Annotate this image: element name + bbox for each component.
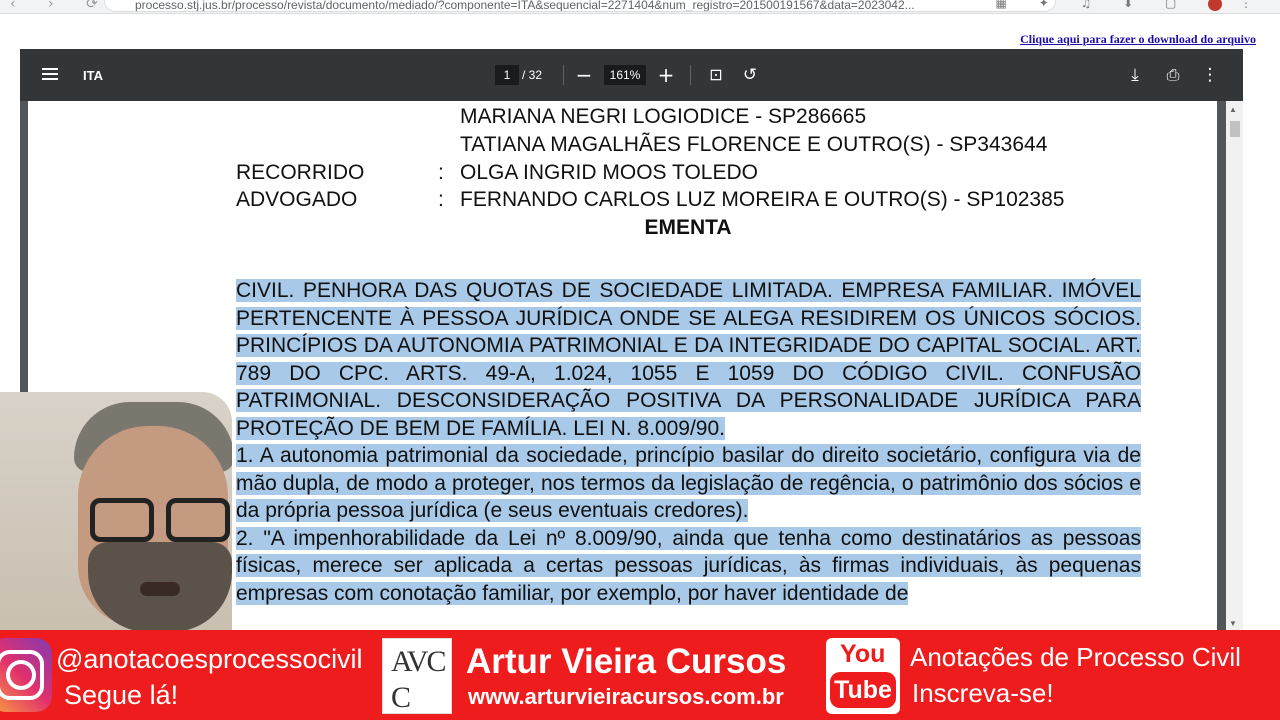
glasses-lens <box>166 498 230 542</box>
youtube-logo-you: You <box>840 640 886 668</box>
zoom-in-icon[interactable]: + <box>654 63 678 87</box>
scroll-up-icon[interactable]: ▲ <box>1229 105 1237 114</box>
ementa-item: 2. "A impenhorabilidade da Lei nº 8.009/… <box>236 525 1141 608</box>
download-icon[interactable]: ⤓ <box>1123 63 1147 87</box>
brand-name: Artur Vieira Cursos <box>466 642 787 681</box>
youtube-cta: Inscreva-se! <box>912 678 1054 708</box>
ementa-item-text: 2. "A impenhorabilidade da Lei nº 8.009/… <box>236 526 1141 605</box>
logo-letters: C <box>391 681 412 714</box>
lawyer-line: MARIANA NEGRI LOGIODICE - SP286665 <box>460 105 867 128</box>
promo-banner: @anotacoesprocessocivil Segue lá! AVC C … <box>0 630 1280 720</box>
profile-avatar[interactable] <box>1208 0 1223 11</box>
advogado-value: FERNANDO CARLOS LUZ MOREIRA E OUTRO(S) -… <box>460 188 1065 211</box>
toolbar-divider <box>563 65 564 85</box>
zoom-out-icon[interactable]: − <box>572 63 596 87</box>
toolbar-divider <box>690 65 691 85</box>
pdf-scrollbar[interactable]: ▲ ▼ <box>1226 101 1243 630</box>
ementa-heading: EMENTA <box>644 216 732 239</box>
webcam-overlay <box>0 392 232 632</box>
menu-icon[interactable] <box>42 65 60 85</box>
recorrido-label: RECORRIDO <box>236 161 365 184</box>
browser-extensions[interactable]: ▦ ✦ ♫ ⬇ ▢ ⋮ <box>996 0 1266 11</box>
ementa-summary-text: CIVIL. PENHORA DAS QUOTAS DE SOCIEDADE L… <box>236 279 1141 440</box>
instagram-icon <box>0 638 52 712</box>
youtube-icon: You Tube <box>826 638 900 714</box>
print-icon[interactable]: ⎙ <box>1161 63 1185 87</box>
ementa-body: CIVIL. PENHORA DAS QUOTAS DE SOCIEDADE L… <box>236 277 1141 607</box>
more-options-icon[interactable]: ⋮ <box>1198 63 1222 87</box>
lawyer-line: TATIANA MAGALHÃES FLORENCE E OUTRO(S) - … <box>460 133 1048 156</box>
document-title: ITA <box>83 68 103 83</box>
logo-letters: AVC <box>391 645 447 678</box>
browser-nav-buttons[interactable]: ‹ › ⟳ <box>10 0 112 12</box>
scroll-thumb[interactable] <box>1230 121 1240 137</box>
fit-page-icon[interactable]: ⊡ <box>704 63 728 87</box>
address-bar[interactable]: processo.stj.jus.br/processo/revista/doc… <box>104 0 1056 12</box>
ementa-item: 1. A autonomia patrimonial da sociedade,… <box>236 442 1141 525</box>
url-text: processo.stj.jus.br/processo/revista/doc… <box>135 0 915 12</box>
ementa-item-text: 1. A autonomia patrimonial da sociedade,… <box>236 444 1141 522</box>
youtube-logo-tube: Tube <box>830 672 896 708</box>
advogado-label: ADVOGADO <box>236 188 358 211</box>
page-total: / 32 <box>522 68 543 82</box>
browser-toolbar: ‹ › ⟳ processo.stj.jus.br/processo/revis… <box>0 0 1280 14</box>
colon: : <box>438 161 444 184</box>
colon: : <box>438 188 444 211</box>
glasses-lens <box>90 498 154 542</box>
zoom-level-input[interactable]: 161% <box>604 65 646 85</box>
pdf-toolbar: ITA 1 / 32 − 161% + ⊡ ↺ ⤓ ⎙ ⋮ <box>20 49 1243 101</box>
presenter-mouth <box>140 582 180 596</box>
scroll-down-icon[interactable]: ▼ <box>1229 619 1237 628</box>
ementa-summary: CIVIL. PENHORA DAS QUOTAS DE SOCIEDADE L… <box>236 277 1141 442</box>
recorrido-value: OLGA INGRID MOOS TOLEDO <box>460 161 758 184</box>
youtube-channel-name: Anotações de Processo Civil <box>910 642 1241 672</box>
brand-url: www.arturvieiracursos.com.br <box>468 684 784 709</box>
brand-logo: AVC C <box>382 638 452 714</box>
page-number-input[interactable]: 1 <box>495 65 519 85</box>
instagram-handle: @anotacoesprocessocivil <box>56 644 363 674</box>
rotate-icon[interactable]: ↺ <box>738 63 762 87</box>
instagram-cta: Segue lá! <box>64 680 179 710</box>
download-file-link[interactable]: Clique aqui para fazer o download do arq… <box>1020 32 1256 47</box>
